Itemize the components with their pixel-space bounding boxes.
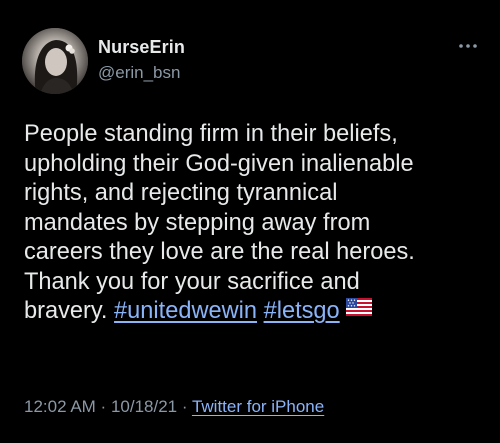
author-handle[interactable]: @erin_bsn xyxy=(98,62,185,84)
hashtag-link[interactable]: #unitedwewin xyxy=(114,298,257,324)
tweet-text: People standing firm in their beliefs, u… xyxy=(24,120,484,327)
tweet-date[interactable]: 10/18/21 xyxy=(111,397,177,416)
meta-separator: · xyxy=(177,397,192,416)
tweet-text-line: upholding their God-given inalienable xyxy=(24,150,414,177)
tweet-source-link[interactable]: Twitter for iPhone xyxy=(192,397,324,416)
author-block: NurseErin @erin_bsn xyxy=(98,36,185,84)
avatar[interactable] xyxy=(22,28,88,94)
tweet-text-line: People standing firm in their beliefs, xyxy=(24,121,398,147)
tweet-text-last-line: bravery. #unitedwewin #letsgo xyxy=(24,297,484,327)
more-options-button[interactable] xyxy=(454,36,482,56)
tweet-text-line: mandates by stepping away from xyxy=(24,209,371,236)
tweet-card: NurseErin @erin_bsn People standing firm… xyxy=(0,0,500,443)
tweet-metadata: 12:02 AM · 10/18/21 · Twitter for iPhone xyxy=(24,396,324,418)
tweet-text-line: rights, and rejecting tyrannical xyxy=(24,180,338,206)
more-horizontal-icon xyxy=(459,44,477,48)
avatar-image xyxy=(22,28,88,94)
tweet-text-line: Thank you for your sacrifice and xyxy=(24,268,360,295)
tweet-time[interactable]: 12:02 AM xyxy=(24,397,96,416)
tweet-text-line: careers they love are the real heroes. xyxy=(24,239,415,265)
meta-separator: · xyxy=(95,397,111,416)
hashtag-link[interactable]: #letsgo xyxy=(264,298,340,324)
author-display-name[interactable]: NurseErin xyxy=(98,36,185,58)
us-flag-icon xyxy=(345,295,372,325)
tweet-text-segment: bravery. xyxy=(24,298,108,324)
